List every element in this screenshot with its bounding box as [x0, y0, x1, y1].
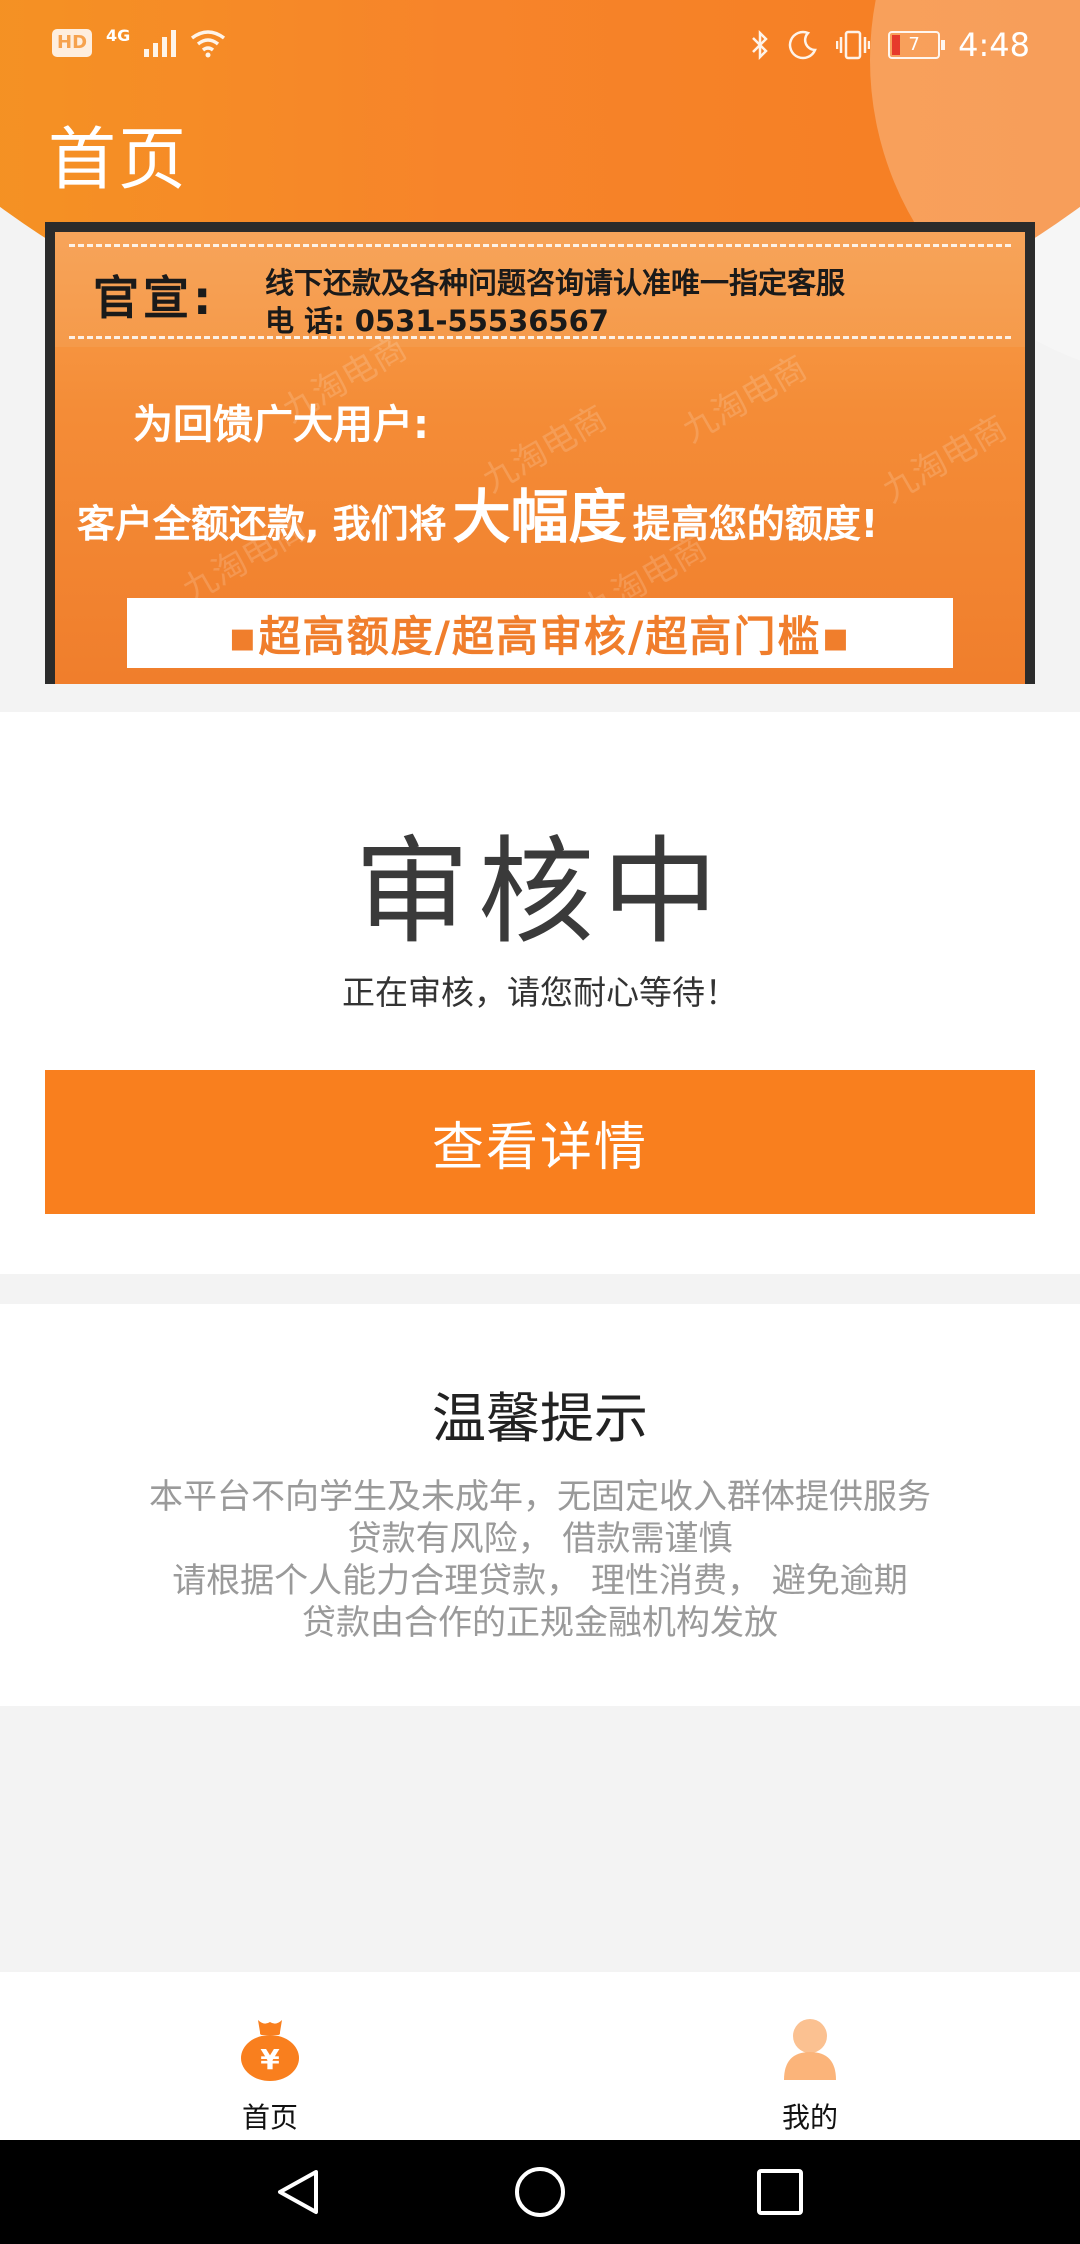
- review-status-card: 审核中 正在审核，请您耐心等待！ 查看详情: [0, 712, 1080, 1274]
- banner-watermark: 九淘电商: [875, 408, 1014, 511]
- status-bar: HD 4G 7 4:48: [0, 0, 1080, 90]
- tips-line: 请根据个人能力合理贷款， 理性消费， 避免逾期: [172, 1561, 908, 1601]
- banner-feedback: 为回馈广大用户:: [133, 402, 429, 448]
- bluetooth-icon: [752, 29, 768, 61]
- banner-feature-bar: ▪超高额度/超高审核/超高门槛▪: [127, 598, 953, 668]
- status-bar-right: 7 4:48: [750, 26, 1030, 64]
- status-bar-left: HD 4G: [52, 25, 226, 58]
- banner-promise-post: 提高您的额度!: [632, 502, 879, 546]
- tab-mine[interactable]: 我的: [710, 1972, 910, 2140]
- tips-line: 贷款有风险， 借款需谨慎: [347, 1519, 733, 1559]
- banner-phone: 电 话: 0531-55536567: [265, 304, 609, 338]
- back-icon[interactable]: [272, 2166, 324, 2218]
- home-circle-icon[interactable]: [514, 2166, 566, 2218]
- network-type-label: 4G: [106, 25, 131, 45]
- tab-home[interactable]: ¥ 首页: [170, 1972, 370, 2140]
- moon-icon: [788, 30, 818, 60]
- tips-card: 温馨提示 本平台不向学生及未成年，无固定收入群体提供服务 贷款有风险， 借款需谨…: [0, 1304, 1080, 1706]
- banner-promise: 客户全额还款, 我们将 大幅度 提高您的额度!: [77, 470, 878, 554]
- banner-official-label: 官宣:: [93, 271, 216, 325]
- battery-icon: 7: [888, 31, 946, 59]
- svg-text:¥: ¥: [260, 2043, 280, 2076]
- tab-label: 我的: [781, 2101, 838, 2134]
- tab-label: 首页: [241, 2101, 298, 2134]
- tips-line: 本平台不向学生及未成年，无固定收入群体提供服务: [149, 1477, 931, 1517]
- recents-icon[interactable]: [754, 2166, 806, 2218]
- review-status-title: 审核中: [354, 825, 726, 960]
- banner-divider: [69, 244, 1011, 247]
- battery-level: 7: [908, 34, 920, 55]
- banner-watermark: 九淘电商: [675, 348, 814, 451]
- view-details-button[interactable]: 查看详情: [45, 1070, 1035, 1214]
- promo-banner[interactable]: 九淘电商 九淘电商 九淘电商 九淘电商 九淘电商 九淘电商 官宣: 线下还款及各…: [45, 222, 1035, 684]
- status-time: 4:48: [958, 26, 1030, 64]
- wifi-icon: [191, 30, 226, 58]
- banner-image: 九淘电商 九淘电商 九淘电商 九淘电商 九淘电商 九淘电商 官宣: 线下还款及各…: [55, 232, 1025, 684]
- page-title: 首页: [48, 121, 189, 200]
- tips-text: 本平台不向学生及未成年，无固定收入群体提供服务 贷款有风险， 借款需谨慎 请根据…: [0, 1476, 1080, 1644]
- hd-icon: HD: [52, 29, 93, 57]
- banner-promise-highlight: 大幅度: [452, 483, 627, 551]
- review-status-description: 正在审核，请您耐心等待！: [342, 973, 738, 1012]
- system-nav-bar: [0, 2140, 1080, 2244]
- tips-title: 温馨提示: [432, 1387, 648, 1450]
- tips-line: 贷款由合作的正规金融机构发放: [302, 1603, 778, 1643]
- money-bag-icon: ¥: [241, 2020, 299, 2081]
- banner-promise-pre: 客户全额还款, 我们将: [77, 502, 447, 546]
- banner-service-notice: 线下还款及各种问题咨询请认准唯一指定客服: [265, 266, 846, 300]
- bottom-tab-bar: ¥ 首页 我的: [0, 1972, 1080, 2140]
- signal-icon: [144, 29, 177, 57]
- vibrate-icon: [836, 30, 871, 60]
- person-icon: [784, 2019, 836, 2080]
